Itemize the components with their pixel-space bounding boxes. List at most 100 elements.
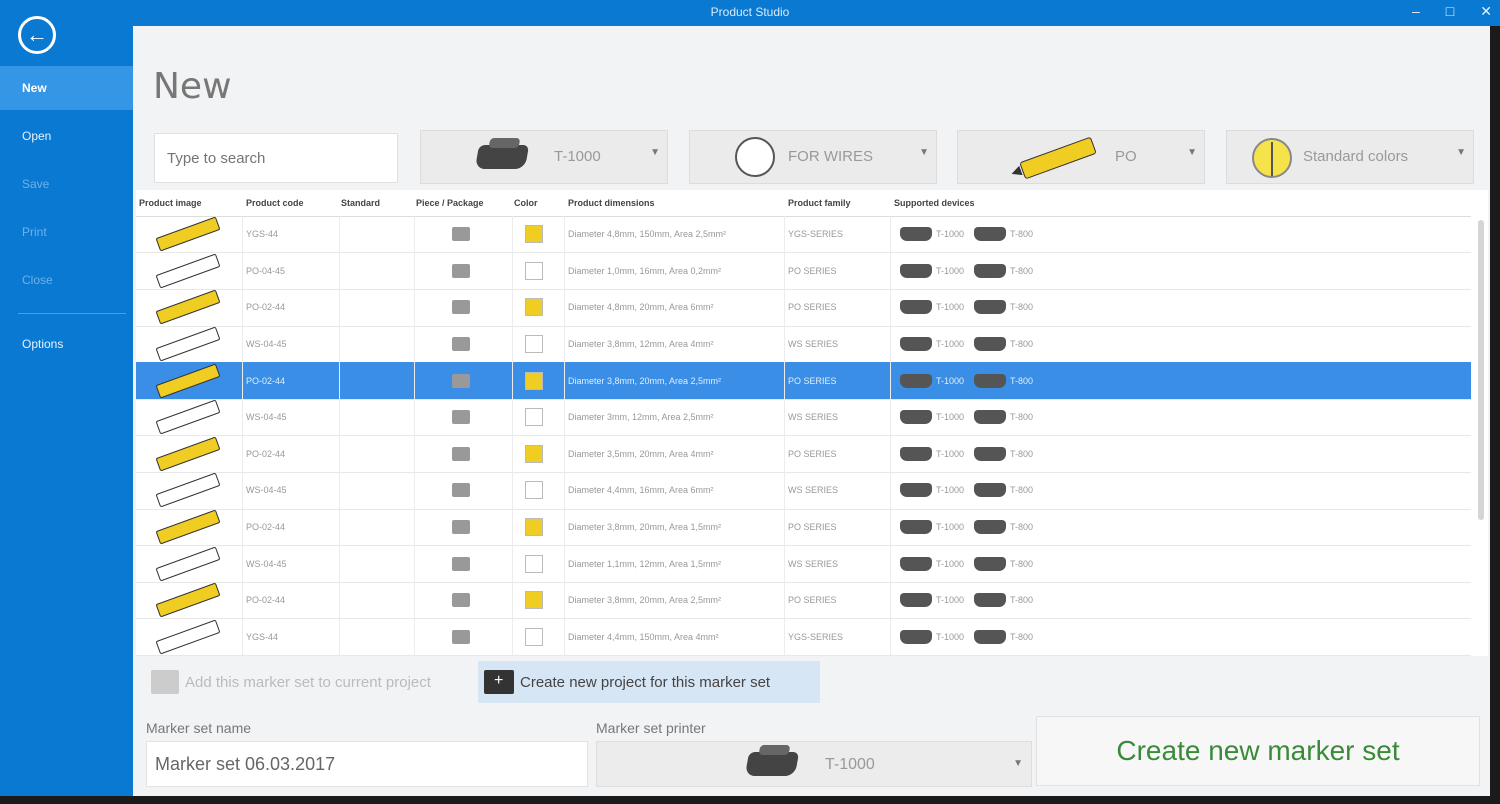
device-name: T-800 bbox=[1010, 631, 1034, 642]
column-divider bbox=[890, 435, 891, 472]
supported-devices-cell: T-1000 T-800 bbox=[900, 619, 1300, 655]
supported-devices-cell: T-1000 T-800 bbox=[900, 326, 1300, 362]
table-row[interactable]: YGS-44 ✓ Diameter 4,4mm, 150mm, Area 4mm… bbox=[136, 618, 1471, 656]
color-cell bbox=[512, 545, 564, 581]
color-swatch bbox=[525, 591, 543, 610]
table-row[interactable]: WS-04-45 ✓ Diameter 3,8mm, 12mm, Area 4m… bbox=[136, 325, 1471, 364]
grid-scrollbar[interactable] bbox=[1478, 220, 1484, 520]
table-row[interactable]: PO-02-44 ✓ Diameter 3,8mm, 20mm, Area 1,… bbox=[136, 508, 1471, 547]
table-row[interactable]: PO-04-45 ✓ Diameter 1,0mm, 16mm, Area 0,… bbox=[136, 252, 1471, 290]
printer-device-icon bbox=[900, 373, 932, 388]
standard-cell: ✓ bbox=[136, 362, 339, 398]
package-icon bbox=[452, 263, 470, 278]
dimensions-cell: Diameter 4,4mm, 150mm, Area 4mm² bbox=[568, 631, 719, 642]
marker-set-printer-dropdown[interactable]: T-1000 ▼ bbox=[596, 741, 1032, 787]
table-row[interactable]: YGS-44 ✓ Diameter 4,8mm, 150mm, Area 2,5… bbox=[136, 216, 1471, 254]
column-header[interactable]: Product dimensions bbox=[568, 198, 655, 208]
search-input[interactable] bbox=[154, 133, 398, 183]
package-cell bbox=[414, 582, 512, 618]
device-filter-dropdown[interactable]: T-1000 ▼ bbox=[420, 130, 668, 184]
family-cell: PO SERIES bbox=[788, 521, 837, 532]
package-cell bbox=[414, 216, 512, 252]
family-cell: YGS-SERIES bbox=[788, 631, 844, 642]
sidebar-item-new[interactable]: New bbox=[0, 66, 133, 110]
table-row[interactable]: WS-04-45 ✓ Diameter 1,1mm, 12mm, Area 1,… bbox=[136, 545, 1471, 583]
column-divider bbox=[784, 325, 785, 363]
device-name: T-1000 bbox=[936, 558, 965, 569]
printer-device-icon bbox=[900, 336, 932, 351]
sidebar-item-open[interactable]: Open bbox=[0, 114, 133, 158]
dimensions-cell: Diameter 1,0mm, 16mm, Area 0,2mm² bbox=[568, 265, 722, 276]
sidebar-item-save[interactable]: Save bbox=[0, 162, 133, 206]
column-divider bbox=[564, 545, 565, 582]
device-name: T-1000 bbox=[936, 631, 965, 642]
package-icon bbox=[452, 629, 470, 644]
column-header[interactable]: Product code bbox=[246, 198, 304, 208]
package-icon bbox=[452, 300, 470, 315]
create-project-button[interactable]: Create new project for this marker set bbox=[478, 661, 820, 703]
sidebar-item-close[interactable]: Close bbox=[0, 258, 133, 302]
standard-cell: ✓ bbox=[136, 545, 339, 581]
table-row[interactable]: PO-02-44 ✓ Diameter 3,5mm, 20mm, Area 4m… bbox=[136, 435, 1471, 473]
column-header[interactable]: Product family bbox=[788, 198, 851, 208]
marker-filter-dropdown[interactable]: PO ▼ bbox=[957, 130, 1205, 184]
close-icon[interactable]: ✕ bbox=[1480, 3, 1492, 20]
column-divider bbox=[339, 582, 340, 619]
marker-filter-value: PO bbox=[1115, 148, 1137, 165]
marker-set-name-input[interactable] bbox=[146, 741, 588, 787]
device-name: T-1000 bbox=[936, 448, 965, 459]
grid-header: Product image Product code Standard Piec… bbox=[136, 190, 1471, 217]
table-row[interactable]: WS-04-45 ✓ Diameter 3mm, 12mm, Area 2,5m… bbox=[136, 399, 1471, 437]
printer-device-icon bbox=[900, 446, 932, 461]
sidebar-item-options[interactable]: Options bbox=[0, 322, 133, 366]
device-name: T-800 bbox=[1010, 485, 1034, 496]
table-row[interactable]: PO-02-44 ✓ Diameter 3,8mm, 20mm, Area 2,… bbox=[136, 362, 1471, 400]
printer-device-icon bbox=[974, 483, 1007, 498]
column-divider bbox=[890, 508, 891, 546]
device-name: T-800 bbox=[1010, 338, 1034, 349]
column-divider bbox=[564, 472, 565, 509]
supported-devices-cell: T-1000 T-800 bbox=[900, 253, 1300, 289]
back-arrow-icon: ← bbox=[26, 22, 48, 47]
column-header[interactable]: Color bbox=[514, 198, 538, 208]
column-header[interactable]: Product image bbox=[139, 198, 202, 208]
wire-filter-dropdown[interactable]: FOR WIRES ▼ bbox=[689, 130, 937, 184]
create-marker-set-button[interactable]: Create new marker set bbox=[1036, 716, 1480, 786]
printer-device-icon bbox=[900, 629, 932, 644]
printer-device-icon bbox=[900, 227, 932, 242]
printer-device-icon bbox=[900, 410, 932, 425]
color-cell bbox=[512, 216, 564, 252]
column-header[interactable]: Piece / Package bbox=[416, 198, 484, 208]
dimensions-cell: Diameter 3,8mm, 20mm, Area 2,5mm² bbox=[568, 375, 722, 386]
column-header[interactable]: Standard bbox=[341, 198, 380, 208]
package-cell bbox=[414, 436, 512, 472]
table-row[interactable]: WS-04-45 ✓ Diameter 4,4mm, 16mm, Area 6m… bbox=[136, 472, 1471, 510]
chevron-down-icon: ▼ bbox=[1187, 147, 1197, 158]
table-row[interactable]: PO-02-44 ✓ Diameter 3,8mm, 20mm, Area 2,… bbox=[136, 582, 1471, 620]
back-button[interactable]: ← bbox=[18, 16, 56, 54]
chevron-down-icon: ▼ bbox=[1456, 147, 1466, 158]
supported-devices-cell: T-1000 T-800 bbox=[900, 362, 1300, 398]
printer-device-icon bbox=[974, 519, 1007, 534]
column-divider bbox=[784, 289, 785, 326]
add-to-project-button[interactable]: Add this marker set to current project bbox=[145, 661, 465, 703]
table-row[interactable]: PO-02-44 ✓ Diameter 4,8mm, 20mm, Area 6m… bbox=[136, 289, 1471, 327]
sidebar-item-print[interactable]: Print bbox=[0, 210, 133, 254]
sidebar-item-label: Save bbox=[22, 177, 50, 191]
minimize-icon[interactable]: – bbox=[1412, 3, 1420, 20]
maximize-icon[interactable]: □ bbox=[1446, 3, 1454, 20]
color-swatch bbox=[525, 225, 543, 244]
family-cell: PO SERIES bbox=[788, 448, 837, 459]
device-name: T-800 bbox=[1010, 375, 1034, 386]
main-content: New T-1000 ▼ FOR WIRES ▼ PO ▼ Standard c… bbox=[133, 26, 1490, 796]
package-cell bbox=[414, 545, 512, 581]
family-cell: YGS-SERIES bbox=[788, 229, 844, 240]
color-cell bbox=[512, 582, 564, 618]
column-header[interactable]: Supported devices bbox=[894, 198, 975, 208]
column-divider bbox=[564, 618, 565, 655]
color-filter-dropdown[interactable]: Standard colors ▼ bbox=[1226, 130, 1474, 184]
sidebar-item-label: Open bbox=[22, 129, 52, 143]
supported-devices-cell: T-1000 T-800 bbox=[900, 582, 1300, 618]
sidebar: ← New Open Save Print Close Options bbox=[0, 16, 133, 796]
dimensions-cell: Diameter 4,8mm, 20mm, Area 6mm² bbox=[568, 302, 714, 313]
